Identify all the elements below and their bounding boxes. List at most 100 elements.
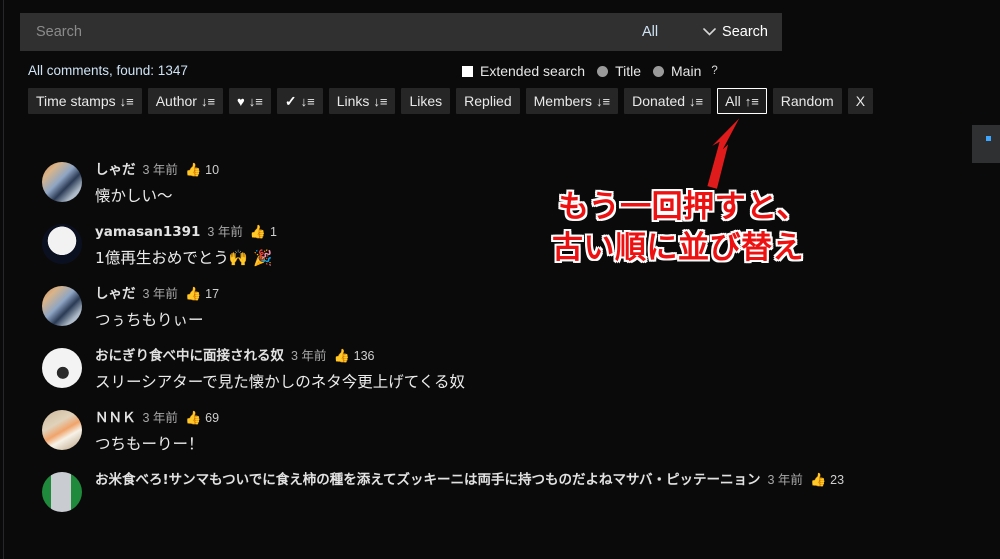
- comment-item: yamasan1391 3 年前 👍 1 1億再生おめでとう🙌 🎉: [0, 222, 985, 268]
- comment-timestamp[interactable]: 3 年前: [143, 409, 178, 427]
- search-meta-row: All comments, found: 1347 Extended searc…: [0, 60, 782, 82]
- avatar[interactable]: [42, 286, 82, 326]
- comment-author[interactable]: しゃだ: [95, 161, 136, 179]
- sort-button-donated[interactable]: Donated ↓≡: [624, 88, 712, 114]
- sort-button-label: All: [725, 93, 741, 109]
- comment-author[interactable]: おにぎり食べ中に面接される奴: [95, 347, 284, 365]
- sort-button-links[interactable]: Links ↓≡: [328, 88, 396, 114]
- avatar[interactable]: [42, 348, 82, 388]
- sort-descending-icon: ↓≡: [689, 93, 704, 109]
- sort-button-[interactable]: ✓ ↓≡: [276, 88, 323, 114]
- thumbs-up-icon: 👍: [184, 162, 202, 177]
- search-input[interactable]: [20, 13, 605, 51]
- thumbs-up-icon: 👍: [333, 348, 350, 363]
- results-count-label: All comments, found: 1347: [28, 63, 188, 78]
- comment-header: お米食べろ!サンマもついでに食え柿の種を添えてズッキーニは両手に持つものだよねマ…: [95, 471, 844, 489]
- search-scope-select[interactable]: All: [604, 24, 700, 40]
- sort-button-label: X: [855, 93, 866, 109]
- sort-button-author[interactable]: Author ↓≡: [147, 88, 224, 114]
- thumbs-up-icon: 👍: [809, 472, 827, 487]
- comment-author[interactable]: しゃだ: [95, 285, 136, 303]
- extended-search-checkbox[interactable]: [462, 65, 473, 77]
- avatar[interactable]: [42, 224, 82, 264]
- comment-search-app: All Search All comments, found: 1347 Ext…: [0, 0, 1000, 559]
- comment-body: しゃだ 3 年前 👍 10 懐かしい〜: [82, 160, 219, 206]
- sort-button-label: Members: [533, 93, 592, 109]
- sort-button-label: ✓: [284, 92, 297, 109]
- like-count-value: 136: [353, 349, 375, 363]
- sort-button-label: Time stamps: [36, 93, 116, 109]
- thumbs-up-icon: 👍: [184, 410, 202, 425]
- sort-descending-icon: ↓≡: [300, 93, 315, 109]
- avatar[interactable]: [42, 162, 82, 202]
- comment-header: ＮＮＫ 3 年前 👍 69: [95, 409, 219, 427]
- comment-body: ＮＮＫ 3 年前 👍 69 つちもーりー！: [82, 408, 219, 454]
- search-bar: All Search: [20, 13, 782, 51]
- like-count-value: 10: [205, 163, 220, 177]
- sort-button-label: Random: [780, 93, 834, 109]
- title-radio[interactable]: [597, 65, 609, 77]
- comment-like-count: 👍 17: [185, 285, 219, 303]
- thumbs-up-icon: 👍: [249, 224, 267, 239]
- extended-search-label[interactable]: Extended search: [480, 63, 585, 79]
- comment-item: ＮＮＫ 3 年前 👍 69 つちもーりー！: [0, 408, 985, 454]
- comment-like-count: 👍 10: [185, 161, 219, 179]
- comment-like-count: 👍 136: [333, 347, 374, 365]
- like-count-value: 1: [270, 225, 277, 239]
- comment-header: しゃだ 3 年前 👍 10: [95, 161, 219, 179]
- avatar[interactable]: [42, 472, 82, 512]
- title-label[interactable]: Title: [615, 63, 641, 79]
- comment-item: しゃだ 3 年前 👍 17 つぅちもりぃー: [0, 284, 985, 330]
- comment-timestamp[interactable]: 3 年前: [143, 161, 178, 179]
- comments-list: しゃだ 3 年前 👍 10 懐かしい〜 yamasan1391 3 年前 👍 1 1億再生おめでと…: [0, 160, 985, 528]
- comment-timestamp[interactable]: 3 年前: [291, 347, 326, 365]
- sort-button-row: Time stamps ↓≡ Author ↓≡ ♥ ↓≡ ✓ ↓≡ Links ↓≡ Likes R…: [28, 88, 874, 114]
- like-count-value: 69: [205, 411, 220, 425]
- sort-button-label: Links: [336, 93, 370, 109]
- sort-descending-icon: ↓≡: [200, 93, 216, 109]
- main-radio[interactable]: [653, 65, 665, 77]
- comment-body: お米食べろ!サンマもついでに食え柿の種を添えてズッキーニは両手に持つものだよねマ…: [82, 470, 844, 489]
- comment-author[interactable]: yamasan1391: [95, 223, 200, 241]
- avatar[interactable]: [42, 410, 82, 450]
- comment-text: つちもーりー！: [95, 435, 204, 453]
- help-icon[interactable]: ?: [711, 65, 717, 77]
- sort-button-label: Replied: [464, 93, 512, 109]
- like-count-value: 23: [830, 473, 845, 487]
- comment-body: おにぎり食べ中に面接される奴 3 年前 👍 136 スリーシアターで見た懐かしのネタ今更…: [82, 346, 465, 392]
- comment-timestamp[interactable]: 3 年前: [143, 285, 178, 303]
- comment-like-count: 👍 69: [185, 409, 219, 427]
- comment-item: しゃだ 3 年前 👍 10 懐かしい〜: [0, 160, 985, 206]
- comment-item: おにぎり食べ中に面接される奴 3 年前 👍 136 スリーシアターで見た懐かしのネタ今更…: [0, 346, 985, 392]
- comment-body: しゃだ 3 年前 👍 17 つぅちもりぃー: [82, 284, 219, 330]
- comment-author[interactable]: お米食べろ!サンマもついでに食え柿の種を添えてズッキーニは両手に持つものだよねマ…: [95, 471, 761, 489]
- sort-button-likes[interactable]: Likes: [401, 88, 451, 114]
- comment-like-count: 👍 1: [250, 223, 277, 241]
- sort-button-label: Donated: [632, 93, 686, 109]
- comment-header: yamasan1391 3 年前 👍 1: [95, 223, 277, 241]
- sort-button-replied[interactable]: Replied: [456, 88, 520, 114]
- sort-descending-icon: ↓≡: [596, 93, 611, 109]
- chevron-down-icon[interactable]: [700, 13, 718, 51]
- sort-button-x[interactable]: X: [847, 88, 874, 114]
- search-submit-button[interactable]: Search: [722, 24, 782, 40]
- comment-text: 1億再生おめでとう🙌 🎉: [95, 249, 273, 267]
- extended-search-options: Extended search Title Main ?: [462, 60, 718, 82]
- sort-button-[interactable]: ♥ ↓≡: [229, 88, 271, 114]
- sort-descending-icon: ↓≡: [373, 93, 388, 109]
- sort-button-label: ♥: [237, 93, 245, 109]
- comment-timestamp[interactable]: 3 年前: [207, 223, 242, 241]
- sort-button-members[interactable]: Members ↓≡: [525, 88, 619, 114]
- comment-author[interactable]: ＮＮＫ: [95, 409, 136, 427]
- comment-item: お米食べろ!サンマもついでに食え柿の種を添えてズッキーニは両手に持つものだよねマ…: [0, 470, 985, 512]
- sort-button-time-stamps[interactable]: Time stamps ↓≡: [28, 88, 142, 114]
- sort-ascending-icon: ↑≡: [744, 93, 759, 109]
- comment-timestamp[interactable]: 3 年前: [768, 471, 803, 489]
- right-side-panel[interactable]: [972, 125, 1000, 163]
- sort-button-all[interactable]: All ↑≡: [717, 88, 767, 114]
- comment-like-count: 👍 23: [810, 471, 844, 489]
- sort-button-random[interactable]: Random: [772, 88, 842, 114]
- side-panel-indicator-icon: [986, 136, 991, 141]
- comment-body: yamasan1391 3 年前 👍 1 1億再生おめでとう🙌 🎉: [82, 222, 277, 268]
- main-label[interactable]: Main: [671, 63, 701, 79]
